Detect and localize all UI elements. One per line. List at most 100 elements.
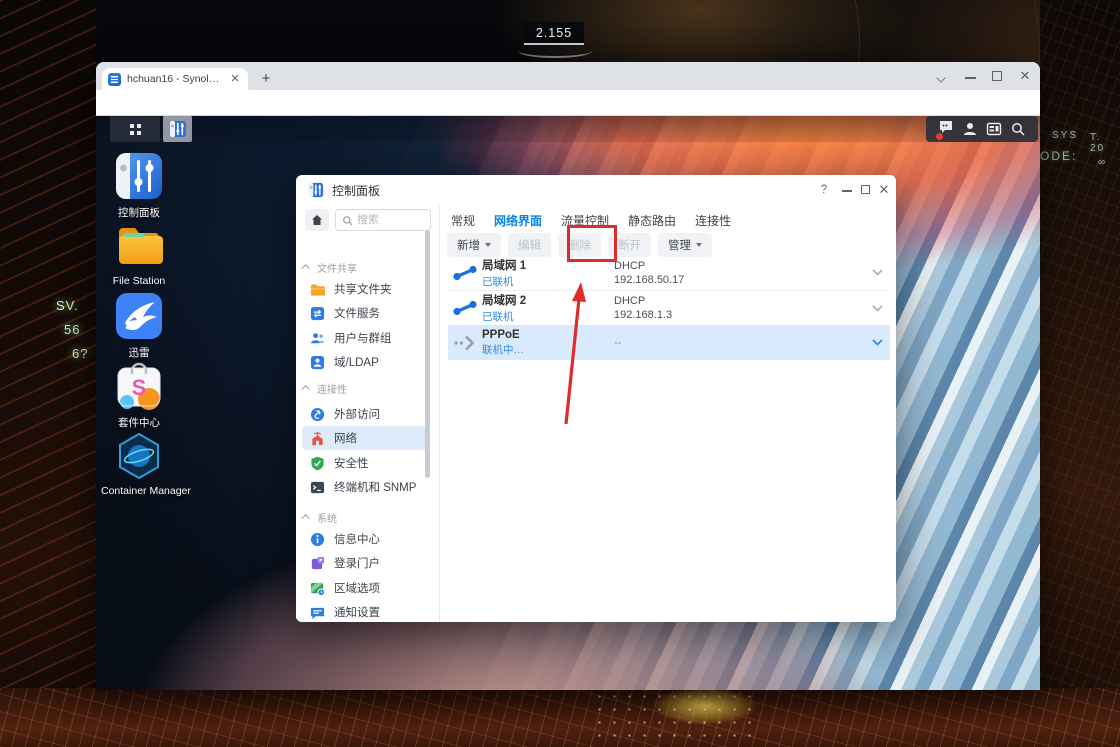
interface-row-lan2[interactable]: 局域网 2 已联机 DHCP 192.168.1.3 — [448, 290, 890, 325]
sidebar-item-info-center[interactable]: 信息中心 — [302, 527, 428, 551]
regional-options-icon — [310, 582, 325, 596]
expand-chevron-icon[interactable] — [864, 339, 890, 346]
app-grid-icon — [129, 123, 141, 135]
window-chevron-icon[interactable] — [936, 73, 946, 83]
open-app-control-panel-button[interactable] — [163, 116, 192, 142]
search-icon[interactable] — [1010, 121, 1026, 137]
sidebar-item-network[interactable]: 网络 — [302, 426, 428, 450]
dialog-content: 常规 网络界面 流量控制 静态路由 连接性 新增 编辑 删除 断开 管理 局域网… — [441, 205, 896, 622]
tab-title: hchuan16 - Synology NAS — [127, 73, 222, 85]
desktop-icon-label: 控制面板 — [118, 207, 160, 219]
notification-badge — [936, 132, 943, 140]
tab-static-route[interactable]: 静态路由 — [628, 212, 676, 229]
hud-text-sys: SYS — [1052, 130, 1079, 141]
collapse-chevron-icon — [301, 514, 310, 523]
sidebar-item-external-access[interactable]: 外部访问 — [302, 402, 428, 426]
interface-row-pppoe[interactable]: PPPoE 联机中… -- — [448, 325, 890, 360]
expand-chevron-icon[interactable] — [864, 304, 890, 312]
tab-general[interactable]: 常规 — [451, 212, 475, 229]
interface-status: 已联机 — [482, 311, 514, 323]
caret-down-icon — [485, 243, 491, 247]
window-minimize-button[interactable] — [965, 77, 976, 79]
desktop-icon-label: 套件中心 — [118, 417, 160, 429]
dsm-taskbar — [96, 116, 1040, 142]
window-close-button[interactable]: ✕ — [1019, 69, 1031, 82]
expand-chevron-icon[interactable] — [864, 269, 890, 276]
interface-name: 局域网 2 — [482, 295, 527, 307]
dialog-title: 控制面板 — [332, 183, 381, 198]
desktop-icon-package-center[interactable]: S 套件中心 — [101, 362, 177, 430]
sidebar-item-domain-ldap[interactable]: 域/LDAP — [302, 350, 428, 374]
widgets-icon[interactable] — [986, 121, 1002, 137]
security-shield-icon — [311, 456, 324, 470]
collapse-chevron-icon — [301, 385, 310, 394]
interface-ip: 192.168.50.17 — [614, 273, 685, 286]
sidebar-section-system[interactable]: 系统 — [301, 509, 337, 525]
browser-tab[interactable]: hchuan16 - Synology NAS ✕ — [102, 68, 248, 90]
hud-text-6: 6? — [72, 346, 89, 361]
taskbar-tray — [926, 116, 1038, 142]
sidebar-scrollbar[interactable] — [425, 230, 430, 478]
dialog-sidebar: 文件共享 共享文件夹 文件服务 用户与群组 — [296, 205, 440, 622]
dialog-titlebar[interactable]: 控制面板 — [296, 175, 896, 205]
sidebar-item-file-services[interactable]: 文件服务 — [302, 301, 428, 325]
notifications-icon[interactable] — [936, 119, 954, 140]
sidebar-item-regional-options[interactable]: 区域选项 — [302, 576, 428, 600]
sidebar-item-user-group[interactable]: 用户与群组 — [302, 326, 428, 350]
dialog-close-button[interactable]: ✕ — [878, 183, 890, 196]
browser-window: hchuan16 - Synology NAS ✕ + ✕ 不安全 | 100.… — [96, 62, 1040, 690]
package-center-icon: S — [117, 362, 161, 410]
dialog-maximize-button[interactable] — [861, 185, 870, 194]
info-center-icon — [310, 532, 325, 546]
sidebar-item-terminal-snmp[interactable]: 终端机和 SNMP — [302, 475, 428, 499]
user-menu-icon[interactable] — [962, 121, 978, 137]
interface-mode: DHCP — [614, 295, 646, 307]
search-input[interactable] — [357, 214, 417, 226]
hud-underline-decor — [518, 44, 592, 58]
hud-text-sv: SV. — [56, 298, 79, 313]
sidebar-item-shared-folder[interactable]: 共享文件夹 — [302, 277, 428, 301]
desktop-icon-xunlei[interactable]: 迅雷 — [101, 292, 177, 360]
xunlei-bird-icon — [116, 293, 162, 339]
dialog-help-button[interactable]: ? — [818, 184, 830, 196]
dialog-control-panel-icon — [308, 182, 324, 198]
collapse-chevron-icon — [301, 264, 310, 273]
window-maximize-button[interactable] — [992, 71, 1002, 81]
network-icon — [312, 431, 323, 445]
sidebar-item-login-portal[interactable]: 登录门户 — [302, 551, 428, 575]
browser-toolbar: 不安全 | 100.73.47.68:5000/index.cgi?auth_k… — [96, 90, 1040, 141]
edit-button[interactable]: 编辑 — [508, 233, 551, 257]
add-button[interactable]: 新增 — [447, 233, 501, 257]
sidebar-search[interactable] — [335, 209, 431, 231]
home-button[interactable] — [305, 209, 329, 231]
tab-connectivity[interactable]: 连接性 — [695, 212, 731, 229]
sidebar-section-file-sharing[interactable]: 文件共享 — [301, 259, 357, 275]
manage-button[interactable]: 管理 — [658, 233, 712, 257]
desktop-icon-control-panel[interactable]: 控制面板 — [101, 152, 177, 220]
login-portal-icon — [311, 556, 325, 569]
hud-readout: 2.155 — [524, 22, 584, 45]
hud-text-inf: ∞ — [1098, 157, 1108, 168]
interface-mode: DHCP — [614, 259, 646, 272]
tab-network-interface[interactable]: 网络界面 — [494, 212, 542, 229]
wallpaper-bottom-mesh — [0, 688, 1120, 747]
tab-close-icon[interactable]: ✕ — [228, 72, 242, 86]
new-tab-button[interactable]: + — [258, 71, 274, 87]
sidebar-section-connectivity[interactable]: 连接性 — [301, 380, 347, 396]
interface-row-lan1[interactable]: 局域网 1 已联机 DHCP 192.168.50.17 — [448, 255, 890, 290]
dialog-minimize-button[interactable] — [842, 190, 852, 192]
interface-status: 联机中… — [482, 343, 524, 356]
hud-text-56: 56 — [64, 322, 81, 337]
sidebar-item-security[interactable]: 安全性 — [302, 451, 428, 475]
interface-name: PPPoE — [482, 328, 520, 341]
sidebar-item-notification-settings[interactable]: 通知设置 — [302, 600, 428, 622]
caret-down-icon — [696, 243, 702, 247]
pppoe-icon — [448, 334, 482, 352]
file-station-icon — [119, 228, 163, 264]
desktop-icon-label: File Station — [112, 275, 166, 287]
desktop-icon-file-station[interactable]: File Station — [101, 222, 177, 287]
home-icon — [312, 215, 322, 225]
desktop-icon-container-manager[interactable]: Container Manager — [101, 432, 191, 497]
main-menu-button[interactable] — [110, 116, 160, 142]
lan-icon — [448, 299, 482, 317]
